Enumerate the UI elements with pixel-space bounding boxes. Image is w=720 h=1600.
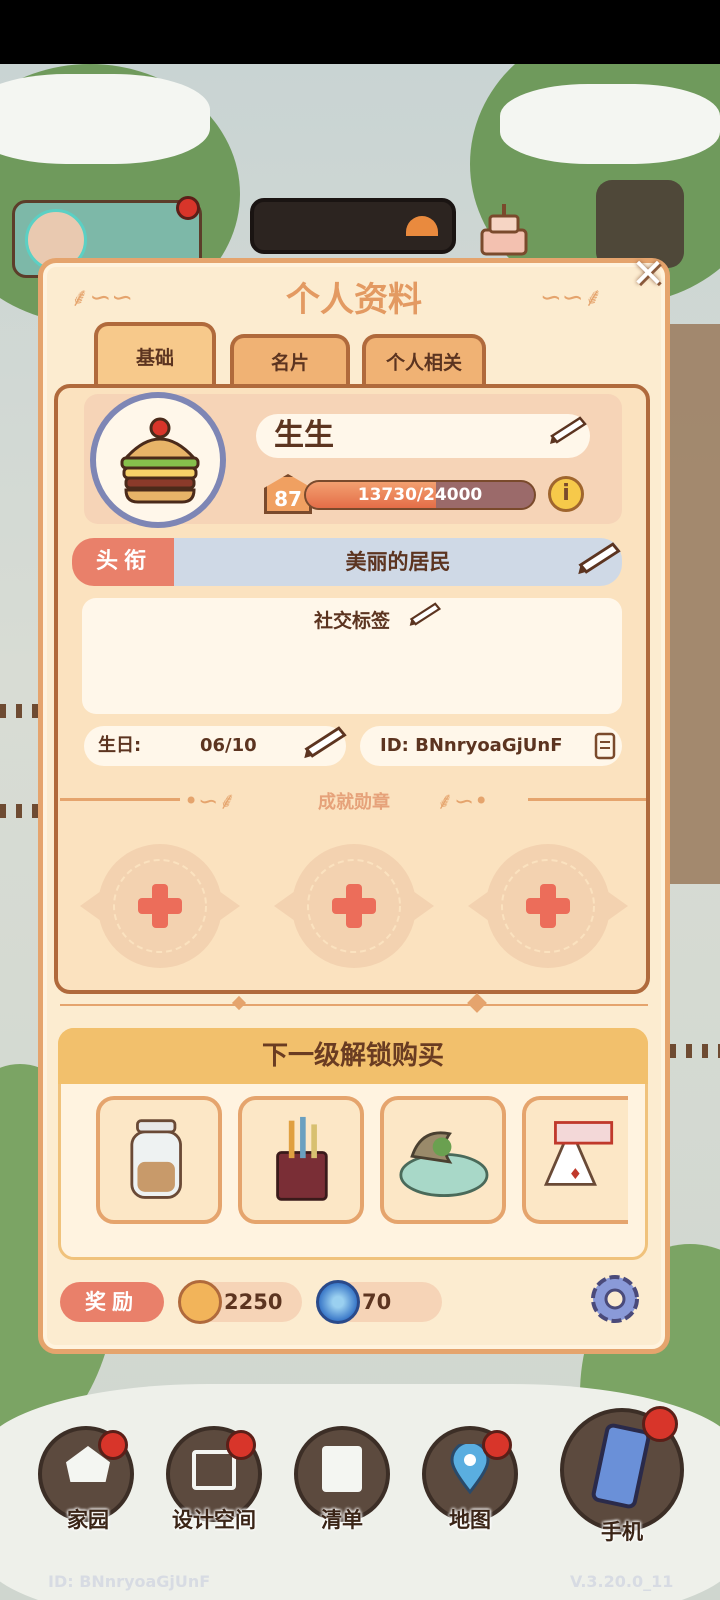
coin-icon [178,1280,222,1324]
weather-widget[interactable] [250,198,456,254]
reward-label: 奖励 [60,1282,164,1322]
shop-item-3[interactable] [380,1096,506,1224]
nav-list-label: 清单 [321,1508,363,1532]
user-id-field: ID: BNnryoaGjUnF [360,726,622,766]
edit-birthday-icon[interactable] [302,722,348,762]
shop-item-1[interactable] [96,1096,222,1224]
edit-title-icon[interactable] [576,538,622,578]
cake-event-icon[interactable] [474,200,534,260]
social-tags-label: 社交标签 [313,610,390,632]
burger-icon [120,417,200,504]
sun-icon [406,216,438,236]
birthday-label: 生日: [98,735,142,756]
player-name: 生生 [256,414,590,458]
design-icon [192,1450,236,1490]
tab-personal[interactable]: 个人相关 [362,334,486,390]
notification-dot [642,1406,678,1442]
achievements-title: 成就勋章 [318,792,390,813]
dialog-title: 个人资料 [286,280,422,320]
footer-user-id: ID: BNnryoaGjUnF [48,1572,211,1591]
unlock-shop-title: 下一级解锁购买 [58,1028,648,1084]
settings-gear-icon[interactable] [586,1270,644,1328]
tab-basic[interactable]: 基础 [94,322,216,388]
snow-decor [0,74,210,164]
tab-card[interactable]: 名片 [230,334,350,390]
edit-name-icon[interactable] [548,414,588,446]
status-bar [0,0,720,64]
railing-decor [670,1044,720,1058]
shop-item-2[interactable] [238,1096,364,1224]
copy-id-icon[interactable] [594,732,620,762]
level-info-button[interactable]: i [548,476,584,512]
notification-dot [482,1430,512,1460]
coin-amount: 2250 [224,1290,283,1314]
title-label: 头衔 [72,538,176,586]
nav-phone-label: 手机 [601,1520,643,1544]
railing-decor [0,804,40,818]
notification-dot [176,196,200,220]
glass-jar-icon [130,1119,182,1199]
pen-holder-icon [276,1116,328,1201]
panel-divider [60,1004,648,1006]
xp-text: 13730/24000 [357,485,483,505]
badge-slot-2[interactable] [274,826,434,986]
nav-design-label: 设计空间 [172,1508,256,1532]
badge-slot-3[interactable] [468,826,628,986]
card-house-icon: ♦ [543,1121,614,1186]
title-value: 美丽的居民 [174,538,622,586]
user-id-text: ID: BNnryoaGjUnF [380,735,563,756]
nav-map-label: 地图 [449,1508,491,1532]
edit-tags-icon[interactable] [408,600,442,628]
railing-decor [0,704,40,718]
gem-amount: 70 [362,1290,392,1314]
swirl-gem-icon [316,1280,360,1324]
snow-decor [500,84,720,164]
birthday-value: 06/10 [200,735,257,756]
close-button[interactable]: ✕ [626,254,670,298]
shop-item-4[interactable]: ♦ [522,1096,628,1224]
nav-home-label: 家园 [67,1508,109,1532]
notification-dot [226,1430,256,1460]
badge-slot-1[interactable] [80,826,240,986]
bonsai-tray-icon [399,1131,489,1197]
footer-version: V.3.20.0_11 [570,1572,674,1591]
svg-text:♦: ♦ [569,1165,582,1183]
list-icon [322,1446,362,1492]
notification-dot [98,1430,128,1460]
